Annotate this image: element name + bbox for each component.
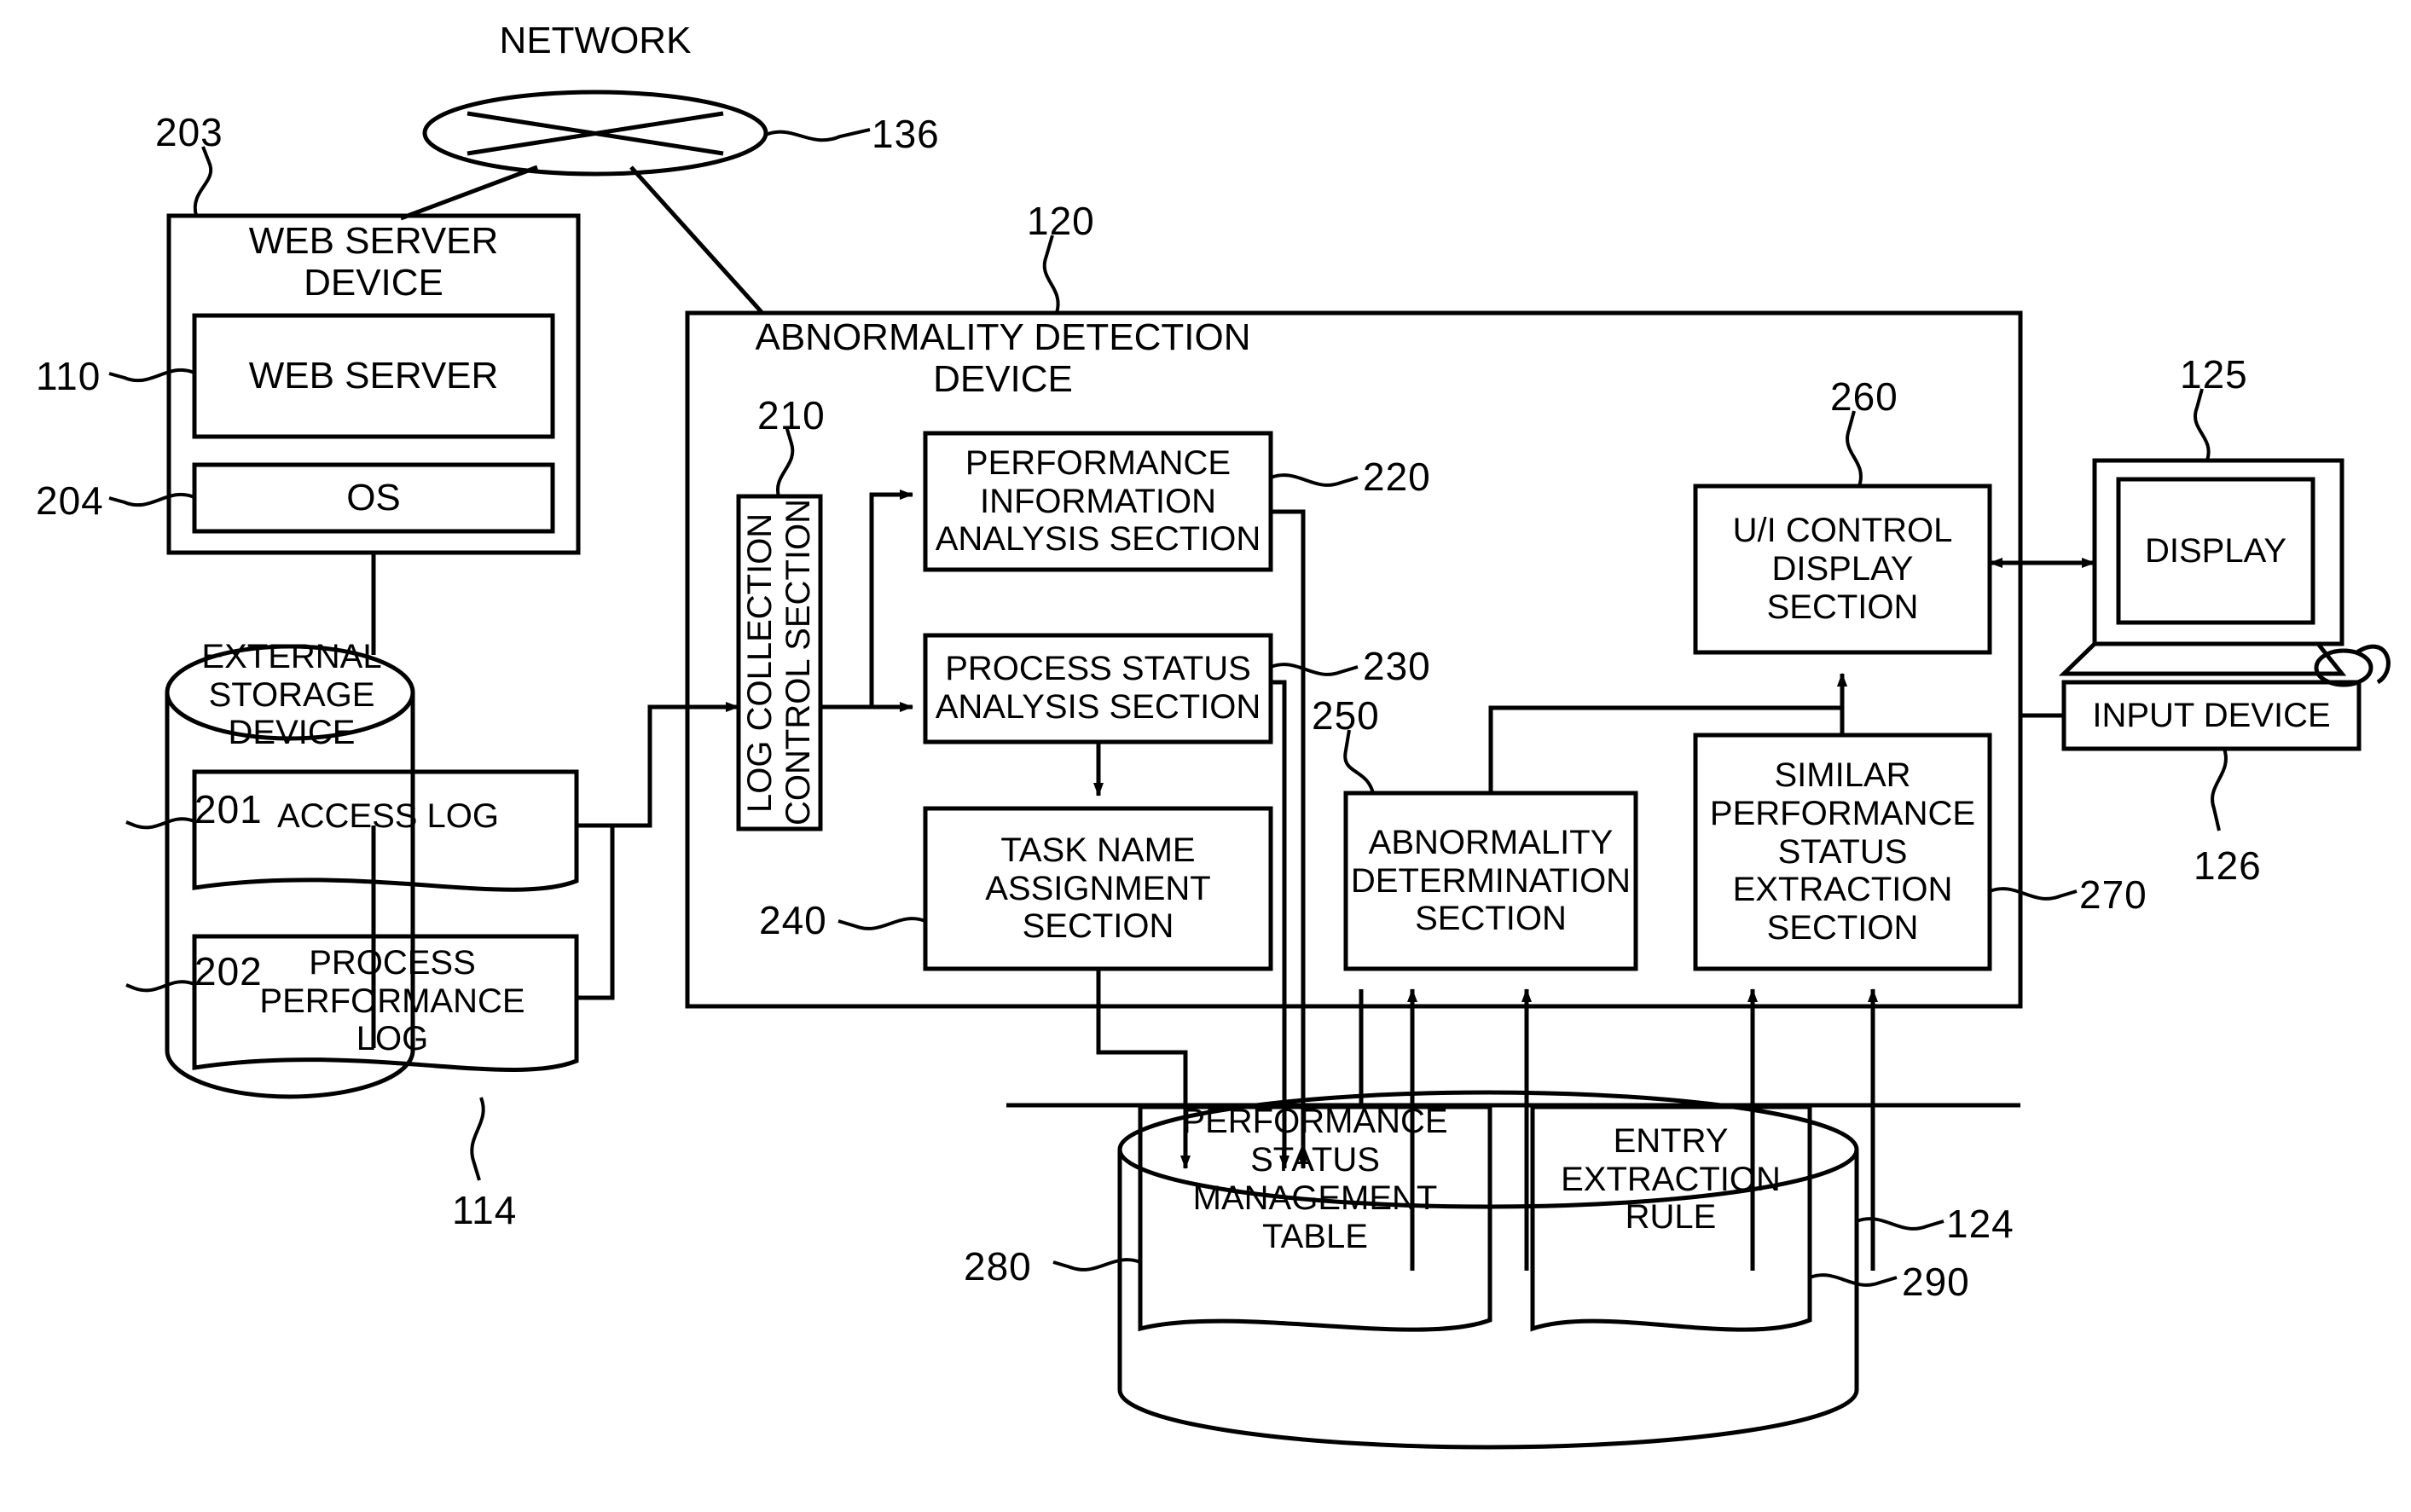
ref-260: 260 [1830,374,1898,419]
link-network-abnormalitydevice [629,165,763,314]
ref-124: 124 [1946,1202,2014,1246]
wire-perflog-to-lcc [577,826,615,1000]
wire-lcc-to-perfinfo [820,490,913,710]
leader-280 [1052,1258,1141,1272]
log-collection-control-label: LOG COLLECTION CONTROL SECTION [741,499,817,826]
performance-status-management-table-label: PERFORMANCE STATUS MANAGEMENT TABLE [1182,1103,1448,1255]
network-bowtie [467,111,724,156]
leader-204 [108,492,195,507]
web-server-device-label: WEB SERVER DEVICE [248,219,499,304]
leader-110 [108,368,195,383]
ref-270: 270 [2079,872,2147,917]
ref-250: 250 [1312,693,1380,738]
wire-accesslog-to-lcc [577,702,739,828]
process-performance-log-label: PROCESS PERFORMANCE LOG [259,943,525,1058]
leader-125 [2194,388,2211,461]
ref-204: 204 [36,478,104,523]
leader-290 [1809,1273,1898,1287]
similar-performance-status-extraction-label: SIMILAR PERFORMANCE STATUS EXTRACTION SE… [1709,756,1976,947]
network-label: NETWORK [499,20,692,62]
leader-240 [837,917,926,930]
ref-210: 210 [757,393,826,437]
ref-203: 203 [155,110,223,154]
task-name-assignment-label: TASK NAME ASSIGNMENT SECTION [985,831,1211,946]
leader-250 [1343,729,1375,794]
wire-perfinfo-down [1271,509,1308,1169]
leader-120 [1042,235,1060,314]
ref-136: 136 [872,112,940,156]
input-device-label: INPUT DEVICE [2092,696,2331,734]
ref-126: 126 [2194,843,2262,888]
leader-230 [1270,663,1359,676]
leader-126 [2211,748,2228,831]
external-storage-device-label: EXTERNAL STORAGE DEVICE [201,637,382,752]
ref-120: 120 [1027,199,1095,243]
web-server-label: WEB SERVER [248,355,499,397]
entry-extraction-rule-label: ENTRY EXTRACTION RULE [1561,1121,1781,1237]
ref-280: 280 [964,1244,1032,1289]
mouse-icon [2314,648,2373,687]
leader-114 [470,1097,485,1181]
leader-136 [765,128,871,142]
wire-inputdevice-to-ui [2018,563,2064,718]
display-monitor-stand [2058,642,2347,676]
ref-290: 290 [1902,1260,1970,1304]
abnormality-detection-device-label: ABNORMALITY DETECTION DEVICE [755,316,1251,400]
access-log-label: ACCESS LOG [276,797,500,835]
leader-202 [125,980,195,993]
leader-270 [1989,887,2078,901]
leader-260 [1846,410,1863,487]
ref-125: 125 [2180,352,2248,397]
leader-203 [193,146,213,217]
abnormality-determination-label: ABNORMALITY DETERMINATION SECTION [1350,823,1631,938]
ref-240: 240 [759,898,827,942]
process-status-analysis-label: PROCESS STATUS ANALYSIS SECTION [935,650,1261,726]
link-network-webserverdevice [400,165,538,221]
figure-canvas: NETWORK 136 203 WEB SERVER DEVICE 110 WE… [0,0,2411,1512]
ref-114: 114 [452,1188,518,1232]
ui-control-display-label: U/I CONTROL DISPLAY SECTION [1732,512,1953,626]
ref-230: 230 [1363,644,1431,688]
performance-information-analysis-label: PERFORMANCE INFORMATION ANALYSIS SECTION [935,443,1261,559]
os-label: OS [346,477,401,519]
display-label: DISPLAY [2145,531,2286,570]
ref-110: 110 [36,354,101,398]
ref-220: 220 [1363,455,1431,499]
leader-124 [1856,1217,1944,1231]
leader-201 [125,817,195,830]
leader-220 [1270,473,1359,487]
